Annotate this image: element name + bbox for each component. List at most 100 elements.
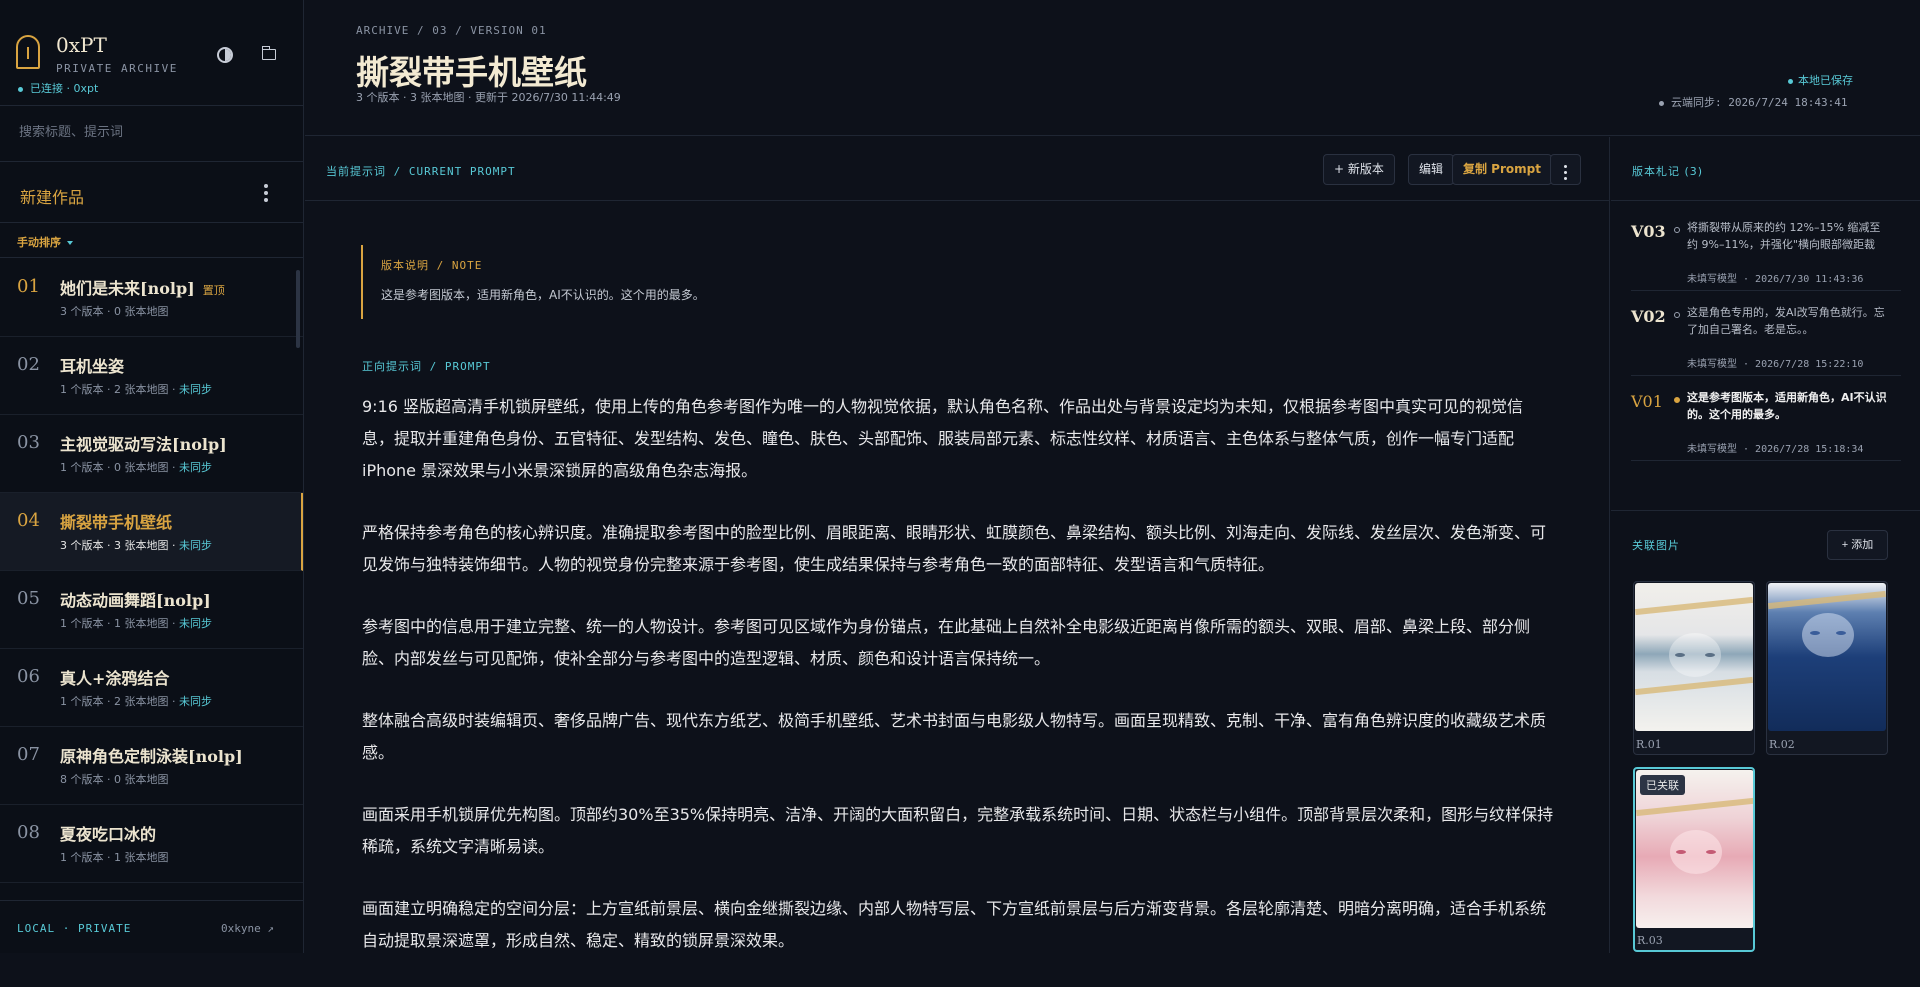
item-meta: 3 个版本 · 0 张本地图 [60,305,169,318]
work-list: 01 她们是未来[nolp] 置顶 3 个版本 · 0 张本地图 02 耳机坐姿 … [0,259,303,899]
search-input[interactable] [19,125,279,140]
copy-prompt-button[interactable]: 复制 Prompt [1452,154,1552,185]
keyhole-logo-icon [16,35,40,69]
brand-header: 0xPT PRIVATE ARCHIVE 已连接 · 0xpt [0,0,303,106]
sidebar-footer: LOCAL · PRIVATE 0xkyne ↗ [0,900,303,953]
list-item[interactable]: 08 夏夜吃口冰的 1 个版本 · 1 张本地图 [0,805,303,883]
more-options-button[interactable] [1550,154,1581,185]
image-thumbnail[interactable]: R.01 [1633,581,1755,755]
right-panel: 版本札记 (3) V03 将撕裂带从原来的约 12%–15% 缩减至约 9%–1… [1611,137,1920,953]
image-caption: R.03 [1637,934,1663,947]
version-code: V01 [1631,392,1663,411]
prompt-toolbar: 当前提示词 / CURRENT PROMPT + 新版本 编辑 复制 Promp… [305,137,1610,201]
image-thumbnail-linked[interactable]: 已关联 R.03 [1633,767,1755,952]
sidebar-scrollbar[interactable] [296,270,300,348]
prompt-label: 正向提示词 / PROMPT [362,360,491,373]
prompt-paragraph: 画面采用手机锁屏优先构图。顶部约30%至35%保持明亮、洁净、开阔的大面积留白，… [362,805,1554,856]
version-note: 版本说明 / NOTE 这是参考图版本，适用新角色，AI不认识的。这个用的最多。 [361,245,961,319]
brand-name: 0xPT [56,33,107,57]
sort-bar: 手动排序 [0,224,303,258]
item-title: 撕裂带手机壁纸 [60,513,173,532]
edit-button[interactable]: 编辑 [1408,154,1455,185]
item-number: 06 [17,666,40,687]
thumbnail-image [1768,583,1886,731]
version-dot-icon [1674,397,1680,403]
version-entry[interactable]: V02 这是角色专用的，发AI改写角色就行。忘了加自己署名。老是忘。。 未填写模… [1631,300,1901,376]
prompt-paragraph: 画面建立明确稳定的空间分层：上方宣纸前景层、横向金继撕裂边缘、内部人物特写层、下… [362,899,1547,950]
version-dot-icon [1674,312,1680,318]
theme-toggle-icon[interactable] [217,47,233,63]
item-meta-text: 1 个版本 · 0 张本地图 · [60,461,179,474]
list-item[interactable]: 05 动态动画舞蹈[nolp] 1 个版本 · 1 张本地图 · 未同步 [0,571,303,649]
dot-icon [1564,164,1567,168]
list-item[interactable]: 02 耳机坐姿 1 个版本 · 2 张本地图 · 未同步 [0,337,303,415]
local-private-label: LOCAL · PRIVATE [17,922,132,935]
unsynced-badge: 未同步 [178,383,212,396]
item-meta: 1 个版本 · 2 张本地图 · 未同步 [60,381,212,397]
list-item-selected[interactable]: 04 撕裂带手机壁纸 3 个版本 · 3 张本地图 · 未同步 [0,493,303,571]
version-entry[interactable]: V03 将撕裂带从原来的约 12%–15% 缩减至约 9%–11%，并强化"横向… [1631,215,1901,291]
add-image-button[interactable]: + 添加 [1827,530,1888,560]
cloud-sync-status: 云端同步: 2026/7/24 18:43:41 [1659,94,1847,110]
version-meta: 未填写模型 · 2026/7/30 11:43:36 [1687,274,1864,285]
note-label: 版本说明 / NOTE [381,259,483,272]
local-saved-status: 本地已保存 [1788,72,1853,88]
unsynced-badge: 未同步 [178,539,212,552]
version-dot-icon [1674,227,1680,233]
item-meta: 1 个版本 · 1 张本地图 · 未同步 [60,615,212,631]
brand-subtitle: PRIVATE ARCHIVE [56,62,178,75]
linked-badge: 已关联 [1640,775,1685,795]
versions-label: 版本札记 (3) [1632,165,1704,178]
folder-icon[interactable] [261,46,276,60]
prompt-paragraph: 9:16 竖版超高清手机锁屏壁纸，使用上传的角色参考图作为唯一的人物视觉依据，默… [362,397,1524,480]
images-label: 关联图片 [1632,539,1680,552]
item-title-text: 她们是未来[nolp] [60,279,195,298]
pinned-badge: 置顶 [202,284,225,297]
item-meta-text: 1 个版本 · 2 张本地图 · [60,383,179,396]
item-meta: 1 个版本 · 2 张本地图 · 未同步 [60,693,212,709]
new-version-button[interactable]: + 新版本 [1323,154,1395,185]
current-prompt-label: 当前提示词 / CURRENT PROMPT [326,165,516,178]
item-meta: 3 个版本 · 3 张本地图 · 未同步 [60,537,212,553]
prompt-panel: 当前提示词 / CURRENT PROMPT + 新版本 编辑 复制 Promp… [305,137,1610,953]
version-meta: 未填写模型 · 2026/7/28 15:18:34 [1687,444,1864,455]
prompt-paragraph: 严格保持参考角色的核心辨识度。准确提取参考图中的脸型比例、眉眼距离、眼睛形状、虹… [362,523,1547,574]
image-caption: R.02 [1769,738,1795,751]
image-thumbnail[interactable]: R.02 [1766,581,1888,755]
version-meta: 未填写模型 · 2026/7/28 15:22:10 [1687,359,1864,370]
image-caption: R.01 [1636,738,1662,751]
version-entry-current[interactable]: V01 这是参考图版本，适用新角色，AI不认识的。这个用的最多。 未填写模型 ·… [1631,385,1901,461]
list-item[interactable]: 06 真人+涂鸦结合 1 个版本 · 2 张本地图 · 未同步 [0,649,303,727]
page-title: 撕裂带手机壁纸 [356,53,587,92]
more-options-icon[interactable] [264,184,268,202]
item-number: 05 [17,588,40,609]
item-title: 夏夜吃口冰的 [60,825,157,844]
user-link[interactable]: 0xkyne ↗ [221,922,274,935]
breadcrumb: ARCHIVE / 03 / VERSION 01 [356,24,547,37]
versions-header: 版本札记 (3) [1611,137,1920,201]
search-bar [0,107,303,162]
list-item[interactable]: 01 她们是未来[nolp] 置顶 3 个版本 · 0 张本地图 [0,259,303,337]
item-meta: 1 个版本 · 0 张本地图 · 未同步 [60,459,212,475]
sidebar: 0xPT PRIVATE ARCHIVE 已连接 · 0xpt 新建作品 手动排… [0,0,304,953]
new-work-button[interactable]: 新建作品 [20,184,84,208]
prompt-body: 9:16 竖版超高清手机锁屏壁纸，使用上传的角色参考图作为唯一的人物视觉依据，默… [362,391,1554,987]
item-number: 02 [17,354,40,375]
item-meta-text: 3 个版本 · 3 张本地图 · [60,539,179,552]
note-text: 这是参考图版本，适用新角色，AI不认识的。这个用的最多。 [381,288,705,302]
list-item[interactable]: 03 主视觉驱动写法[nolp] 1 个版本 · 0 张本地图 · 未同步 [0,415,303,493]
item-meta-text: 1 个版本 · 1 张本地图 · [60,617,179,630]
prompt-paragraph: 整体融合高级时装编辑页、奢侈品牌广告、现代东方纸艺、极简手机壁纸、艺术书封面与电… [362,711,1547,762]
item-title: 原神角色定制泳装[nolp] [60,747,243,766]
unsynced-badge: 未同步 [178,617,212,630]
unsynced-badge: 未同步 [178,461,212,474]
item-number: 03 [17,432,40,453]
version-desc: 这是角色专用的，发AI改写角色就行。忘了加自己署名。老是忘。。 [1687,306,1885,336]
new-work-row[interactable]: 新建作品 [0,163,303,223]
item-number: 04 [17,510,40,531]
sort-dropdown[interactable]: 手动排序 [17,234,73,250]
page-subtitle: 3 个版本 · 3 张本地图 · 更新于 2026/7/30 11:44:49 [356,91,621,104]
dot-icon [1564,170,1567,174]
list-item[interactable]: 07 原神角色定制泳装[nolp] 8 个版本 · 0 张本地图 [0,727,303,805]
item-meta: 8 个版本 · 0 张本地图 [60,773,169,786]
